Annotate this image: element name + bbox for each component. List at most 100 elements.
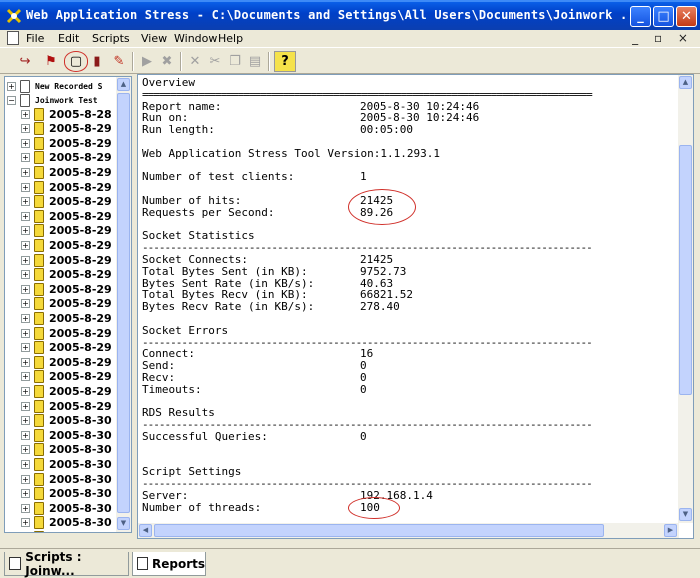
- expand-icon[interactable]: +: [21, 386, 30, 396]
- tree-item-report[interactable]: +2005-8-30: [21, 472, 112, 486]
- script-tree[interactable]: + New Recorded S − Joinwork Test +2005-8…: [4, 76, 132, 533]
- tree-item-report[interactable]: +2005-8-30: [21, 457, 112, 471]
- document-icon[interactable]: [7, 31, 19, 45]
- tree-root-joinwork[interactable]: − Joinwork Test: [7, 93, 98, 107]
- tree-item-report[interactable]: +2005-8-29: [21, 384, 112, 398]
- expand-icon[interactable]: +: [21, 124, 30, 134]
- expand-icon[interactable]: +: [21, 357, 30, 367]
- expand-icon[interactable]: +: [21, 459, 30, 469]
- tree-item-report[interactable]: +2005-8-29: [21, 370, 112, 384]
- copy-button[interactable]: ❐: [224, 51, 246, 72]
- tree-item-report[interactable]: +2005-8-30: [21, 443, 112, 457]
- run-flag-button[interactable]: ⚑: [40, 51, 62, 72]
- tree-item-report[interactable]: +2005-8-29: [21, 224, 112, 238]
- expand-icon[interactable]: +: [7, 81, 16, 91]
- tree-item-report[interactable]: +2005-8-29: [21, 122, 112, 136]
- tree-item-report[interactable]: +2005-8-29: [21, 311, 112, 325]
- tree-item-report[interactable]: +2005-8-29: [21, 151, 112, 165]
- scroll-down-arrow[interactable]: ▼: [117, 517, 130, 530]
- expand-icon[interactable]: +: [21, 197, 30, 207]
- expand-icon[interactable]: +: [21, 109, 30, 119]
- tree-item-report[interactable]: +2005-8-29: [21, 268, 112, 282]
- report-vertical-scrollbar[interactable]: ▲ ▼: [678, 75, 693, 523]
- tree-item-report[interactable]: +2005-8-29: [21, 209, 112, 223]
- expand-icon[interactable]: +: [21, 343, 30, 353]
- tree-item-report[interactable]: +2005-8-28: [21, 107, 112, 121]
- tree-item-report[interactable]: +2005-8-30: [21, 516, 112, 530]
- tree-item-report[interactable]: +2005-8-29: [21, 195, 112, 209]
- tree-item-report[interactable]: +2005-8-29: [21, 355, 112, 369]
- tree-item-report[interactable]: +2005-8-29: [21, 399, 112, 413]
- tab-reports[interactable]: Reports: [132, 552, 206, 576]
- play-button[interactable]: ▶: [136, 51, 158, 72]
- menu-scripts[interactable]: Scripts: [92, 32, 130, 45]
- expand-icon[interactable]: +: [21, 182, 30, 192]
- expand-icon[interactable]: +: [21, 401, 30, 411]
- scroll-right-arrow[interactable]: ▶: [664, 524, 677, 537]
- expand-icon[interactable]: +: [21, 284, 30, 294]
- tree-item-report[interactable]: +2005-8-30: [21, 530, 112, 532]
- tree-item-report[interactable]: +2005-8-29: [21, 326, 112, 340]
- expand-icon[interactable]: +: [21, 445, 30, 455]
- tree-item-report[interactable]: +2005-8-29: [21, 180, 112, 194]
- expand-icon[interactable]: +: [21, 240, 30, 250]
- tree-item-report[interactable]: +2005-8-29: [21, 136, 112, 150]
- help-button[interactable]: ?: [274, 51, 296, 72]
- tree-item-report[interactable]: +2005-8-29: [21, 253, 112, 267]
- tree-item-report[interactable]: +2005-8-30: [21, 487, 112, 501]
- expand-icon[interactable]: +: [21, 226, 30, 236]
- delete-button[interactable]: ✕: [184, 51, 206, 72]
- tree-item-report[interactable]: +2005-8-29: [21, 282, 112, 296]
- scroll-left-arrow[interactable]: ◀: [139, 524, 152, 537]
- expand-icon[interactable]: +: [21, 299, 30, 309]
- expand-icon[interactable]: +: [21, 416, 30, 426]
- expand-icon[interactable]: +: [21, 270, 30, 280]
- open-script-button[interactable]: ↪: [14, 51, 36, 72]
- expand-icon[interactable]: +: [21, 503, 30, 513]
- expand-icon[interactable]: +: [21, 518, 30, 528]
- paste-button[interactable]: ▤: [244, 51, 266, 72]
- mdi-window-controls[interactable]: _ ▫ ×: [632, 31, 694, 45]
- tree-root-new-recorded[interactable]: + New Recorded S: [7, 79, 102, 93]
- scroll-down-arrow[interactable]: ▼: [679, 508, 692, 521]
- expand-icon[interactable]: +: [21, 153, 30, 163]
- expand-icon[interactable]: +: [21, 313, 30, 323]
- expand-icon[interactable]: +: [21, 372, 30, 382]
- report-horizontal-scrollbar[interactable]: ◀ ▶: [138, 523, 679, 538]
- report-view-button[interactable]: ▢: [64, 51, 88, 72]
- collapse-icon[interactable]: −: [7, 95, 16, 105]
- expand-icon[interactable]: +: [21, 328, 30, 338]
- expand-icon[interactable]: +: [21, 430, 30, 440]
- tree-item-report[interactable]: +2005-8-29: [21, 297, 112, 311]
- cut-button[interactable]: ✂: [204, 51, 226, 72]
- tree-item-report[interactable]: +2005-8-30: [21, 428, 112, 442]
- book-button[interactable]: ▮: [86, 51, 108, 72]
- scroll-thumb[interactable]: [679, 145, 692, 395]
- expand-icon[interactable]: +: [21, 489, 30, 499]
- title-bar[interactable]: Web Application Stress - C:\Documents an…: [0, 0, 700, 30]
- tree-vertical-scrollbar[interactable]: ▲ ▼: [116, 77, 131, 532]
- minimize-button[interactable]: _: [630, 6, 651, 27]
- scroll-up-arrow[interactable]: ▲: [117, 78, 130, 91]
- stop-button[interactable]: ✖: [156, 51, 178, 72]
- scroll-up-arrow[interactable]: ▲: [679, 76, 692, 89]
- menu-file[interactable]: File: [26, 32, 44, 45]
- menu-edit[interactable]: Edit: [58, 32, 79, 45]
- tree-item-report[interactable]: +2005-8-29: [21, 341, 112, 355]
- scroll-thumb[interactable]: [154, 524, 604, 537]
- tools-button[interactable]: ✎: [108, 51, 130, 72]
- expand-icon[interactable]: +: [21, 138, 30, 148]
- tab-scripts[interactable]: Scripts : Joinw...: [4, 550, 129, 578]
- menu-window[interactable]: Window: [174, 32, 217, 45]
- expand-icon[interactable]: +: [21, 255, 30, 265]
- close-button[interactable]: ✕: [676, 6, 697, 27]
- scroll-thumb[interactable]: [117, 93, 130, 513]
- expand-icon[interactable]: +: [21, 167, 30, 177]
- menu-help[interactable]: Help: [218, 32, 243, 45]
- tree-item-report[interactable]: +2005-8-30: [21, 501, 112, 515]
- expand-icon[interactable]: +: [21, 211, 30, 221]
- tree-item-report[interactable]: +2005-8-29: [21, 165, 112, 179]
- expand-icon[interactable]: +: [21, 474, 30, 484]
- maximize-button[interactable]: □: [653, 6, 674, 27]
- tree-item-report[interactable]: +2005-8-30: [21, 414, 112, 428]
